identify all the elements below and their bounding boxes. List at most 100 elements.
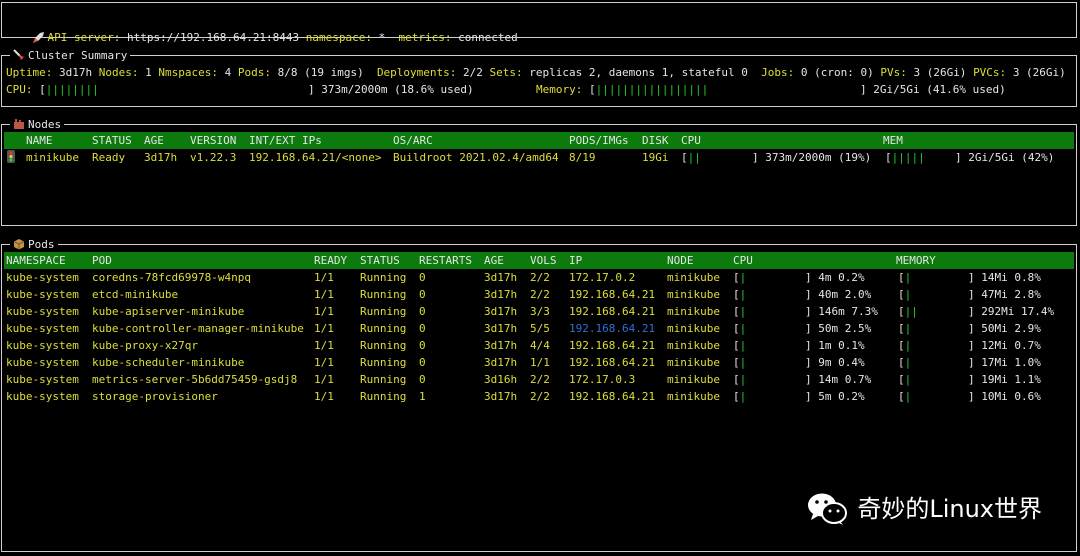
broom-icon xyxy=(13,49,25,61)
pod-mem-value: 292Mi 17.4% xyxy=(981,305,1055,318)
pod-namespace: kube-system xyxy=(6,390,79,403)
pod-ready: 1/1 xyxy=(314,339,334,352)
pod-cpu-bar: | xyxy=(739,271,747,284)
pod-mem-value: 50Mi 2.9% xyxy=(981,322,1041,335)
pod-mem-bar: | xyxy=(904,356,912,369)
pod-vols: 2/2 xyxy=(530,271,550,284)
pod-row[interactable]: kube-system storage-provisioner 1/1 Running… xyxy=(2,388,1076,405)
pods-col-age[interactable]: AGE xyxy=(484,252,504,269)
pod-row[interactable]: kube-system etcd-minikube 1/1 Running 0 3d17h… xyxy=(2,286,1076,303)
cluster-mem-line: Memory: [||||||||||||||||| xyxy=(536,83,709,96)
nodes-col-ips[interactable]: INT/EXT IPs xyxy=(249,132,322,149)
pod-cpu-bar-wrap: [| xyxy=(733,373,747,386)
pod-row[interactable]: kube-system kube-scheduler-minikube 1/1 Run… xyxy=(2,354,1076,371)
pod-mem-bar-wrap: [| xyxy=(898,373,912,386)
nodes-col-mem[interactable]: MEM xyxy=(883,132,903,149)
pod-mem-value-wrap: ] 12Mi 0.7% xyxy=(968,339,1041,352)
pods-col-cpu[interactable]: CPU xyxy=(733,252,753,269)
pod-restarts: 0 xyxy=(419,322,426,335)
pod-name: kube-controller-manager-minikube xyxy=(92,322,304,335)
pod-age: 3d17h xyxy=(484,356,518,369)
pod-ip: 172.17.0.2 xyxy=(569,271,636,284)
pod-row[interactable]: kube-system coredns-78fcd69978-w4npq 1/1 Ru… xyxy=(2,269,1076,286)
pod-namespace: kube-system xyxy=(6,339,79,352)
pod-status: Running xyxy=(360,305,407,318)
pod-cpu-value: 40m 2.0% xyxy=(818,288,872,301)
pod-mem-value: 17Mi 1.0% xyxy=(981,356,1041,369)
pod-cpu-value: 1m 0.1% xyxy=(818,339,865,352)
nodes-col-pods[interactable]: PODS/IMGs xyxy=(569,132,629,149)
nodes-header-row xyxy=(4,132,1074,149)
pods-count: 8/8 (19 imgs) xyxy=(277,66,364,79)
pod-name: kube-proxy-x27qr xyxy=(92,339,198,352)
pod-ready: 1/1 xyxy=(314,373,334,386)
pod-ip: 192.168.64.21 xyxy=(569,288,656,301)
pod-cpu-value-wrap: ] 9m 0.4% xyxy=(805,356,865,369)
pods-col-memory[interactable]: MEMORY xyxy=(896,252,936,269)
pod-cpu-bar: | xyxy=(739,356,747,369)
pod-restarts: 0 xyxy=(419,339,426,352)
pod-row[interactable]: kube-system kube-proxy-x27qr 1/1 Running 0 3d… xyxy=(2,337,1076,354)
pod-mem-value: 19Mi 1.1% xyxy=(981,373,1041,386)
nodes-col-disk[interactable]: DISK xyxy=(642,132,669,149)
pod-mem-bar-wrap: [| xyxy=(898,322,912,335)
pods-col-namespace[interactable]: NAMESPACE xyxy=(6,252,66,269)
pods-col-ip[interactable]: IP xyxy=(569,252,582,269)
pod-ready: 1/1 xyxy=(314,390,334,403)
pod-mem-value-wrap: ] 10Mi 0.6% xyxy=(968,390,1041,403)
pod-cpu-value: 50m 2.5% xyxy=(818,322,872,335)
pod-vols: 2/2 xyxy=(530,288,550,301)
pod-ip: 192.168.64.21 xyxy=(569,356,656,369)
package-icon xyxy=(13,238,25,250)
pod-node: minikube xyxy=(667,271,720,284)
jobs-value: 0 (cron: 0) xyxy=(800,66,874,79)
cluster-mem-bar: ||||||||||||||||| xyxy=(595,83,709,96)
pod-row[interactable]: kube-system metrics-server-5b6dd75459-gsd… xyxy=(2,371,1076,388)
pod-cpu-bar-wrap: [| xyxy=(733,305,747,318)
pod-mem-value-wrap: ] 19Mi 1.1% xyxy=(968,373,1041,386)
node-cpu-value: 373m/2000m (19%) xyxy=(765,151,872,164)
node-cpu-bar: || xyxy=(687,151,701,164)
pod-mem-bar-wrap: [| xyxy=(898,356,912,369)
pod-cpu-value-wrap: ] 50m 2.5% xyxy=(805,322,872,335)
pod-namespace: kube-system xyxy=(6,305,79,318)
pod-node: minikube xyxy=(667,356,720,369)
pod-mem-bar-wrap: [| xyxy=(898,390,912,403)
pods-col-ready[interactable]: READY xyxy=(314,252,347,269)
node-row[interactable]: minikube Ready 3d17h v1.22.3 192.168.64.… xyxy=(2,149,1076,166)
pods-col-restarts[interactable]: RESTARTS xyxy=(419,252,472,269)
nodes-col-name[interactable]: NAME xyxy=(26,132,53,149)
nodes-col-os[interactable]: OS/ARC xyxy=(393,132,433,149)
metrics-label: metrics: xyxy=(398,31,452,44)
pod-name: etcd-minikube xyxy=(92,288,179,301)
pod-ready: 1/1 xyxy=(314,356,334,369)
pod-status: Running xyxy=(360,288,407,301)
pod-ip: 192.168.64.21 xyxy=(569,322,656,335)
node-status: Ready xyxy=(92,151,126,164)
pod-name: kube-scheduler-minikube xyxy=(92,356,245,369)
pod-mem-bar: | xyxy=(904,339,912,352)
pod-restarts: 0 xyxy=(419,356,426,369)
pod-mem-value: 10Mi 0.6% xyxy=(981,390,1041,403)
pods-col-vols[interactable]: VOLS xyxy=(530,252,557,269)
pod-age: 3d17h xyxy=(484,390,518,403)
pod-cpu-bar-wrap: [| xyxy=(733,271,747,284)
node-disk: 19Gi xyxy=(642,151,669,164)
pods-col-node[interactable]: NODE xyxy=(667,252,694,269)
node-os: Buildroot 2021.02.4/amd64 xyxy=(393,151,559,164)
pod-row[interactable]: kube-system kube-apiserver-minikube 1/1 Run… xyxy=(2,303,1076,320)
cluster-mem-value: 2Gi/5Gi (41.6% used) xyxy=(873,83,1006,96)
nodes-col-age[interactable]: AGE xyxy=(144,132,164,149)
nodes-col-status[interactable]: STATUS xyxy=(92,132,132,149)
pods-col-pod[interactable]: POD xyxy=(92,252,112,269)
pod-mem-bar: || xyxy=(904,305,918,318)
nodes-col-version[interactable]: VERSION xyxy=(190,132,236,149)
pods-col-status[interactable]: STATUS xyxy=(360,252,400,269)
pod-status: Running xyxy=(360,339,407,352)
pod-row[interactable]: kube-system kube-controller-manager-minik… xyxy=(2,320,1076,337)
nodes-col-cpu[interactable]: CPU xyxy=(681,132,701,149)
pod-ip: 192.168.64.21 xyxy=(569,339,656,352)
pod-ip: 172.17.0.3 xyxy=(569,373,636,386)
pod-restarts: 1 xyxy=(419,390,426,403)
traffic-light-icon xyxy=(7,150,15,168)
